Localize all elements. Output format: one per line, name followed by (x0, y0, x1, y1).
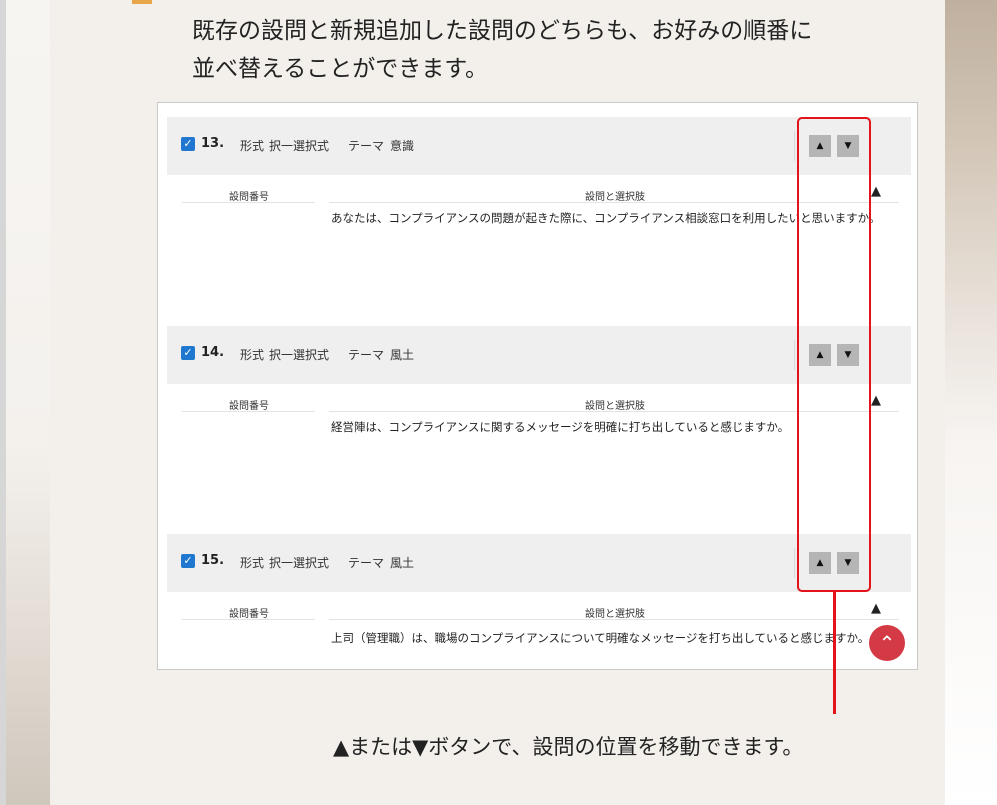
question-number-column-label: 設問番号 (229, 401, 269, 412)
format-value: 択一選択式 (269, 556, 330, 570)
theme-label: テーマ (348, 348, 385, 362)
question-checkbox[interactable]: ✓ (181, 346, 195, 360)
left-decorative-strip (6, 0, 50, 805)
instruction-heading: 既存の設問と新規追加した設問のどちらも、お好みの順番に 並べ替えることができます… (192, 12, 932, 88)
question-text: 上司（管理職）は、職場のコンプライアンスについて明確なメッセージを打ち出している… (331, 631, 870, 645)
question-choice-column-label: 設問と選択肢 (585, 192, 645, 203)
question-number: 14. (201, 345, 225, 360)
move-buttons-highlight (797, 117, 871, 592)
question-checkbox[interactable]: ✓ (181, 554, 195, 568)
column-divider (329, 619, 899, 620)
scroll-to-top-button[interactable]: ⌃ (869, 625, 905, 661)
format-value: 択一選択式 (269, 139, 330, 153)
instruction-caption: ▲または▼ボタンで、設問の位置を移動できます。 (333, 735, 804, 759)
question-number-column-label: 設問番号 (229, 192, 269, 203)
question-choice-column-label: 設問と選択肢 (585, 401, 645, 412)
question-checkbox[interactable]: ✓ (181, 137, 195, 151)
question-choice-column-label: 設問と選択肢 (585, 609, 645, 620)
format-value: 択一選択式 (269, 348, 330, 362)
collapse-toggle-icon[interactable]: ▲ (871, 394, 881, 407)
right-decorative-strip (945, 0, 997, 805)
question-number: 13. (201, 136, 225, 151)
highlight-callout-line (833, 592, 836, 714)
theme-value: 風土 (390, 348, 415, 362)
top-accent-mark (132, 0, 152, 4)
heading-line-1: 既存の設問と新規追加した設問のどちらも、お好みの順番に (192, 18, 813, 44)
theme-value: 意識 (390, 139, 415, 153)
heading-line-2: 並べ替えることができます。 (192, 56, 489, 82)
button-divider (794, 548, 795, 578)
format-label: 形式 (240, 556, 265, 570)
column-divider (182, 619, 315, 620)
format-label: 形式 (240, 139, 265, 153)
button-divider (794, 131, 795, 161)
question-number-column-label: 設問番号 (229, 609, 269, 620)
theme-value: 風土 (390, 556, 415, 570)
question-text: 経営陣は、コンプライアンスに関するメッセージを明確に打ち出していると感じますか。 (331, 420, 790, 434)
column-divider (182, 202, 315, 203)
theme-label: テーマ (348, 556, 385, 570)
column-divider (182, 411, 315, 412)
collapse-toggle-icon[interactable]: ▲ (871, 602, 881, 615)
question-number: 15. (201, 553, 225, 568)
button-divider (794, 340, 795, 370)
format-label: 形式 (240, 348, 265, 362)
theme-label: テーマ (348, 139, 385, 153)
collapse-toggle-icon[interactable]: ▲ (871, 185, 881, 198)
